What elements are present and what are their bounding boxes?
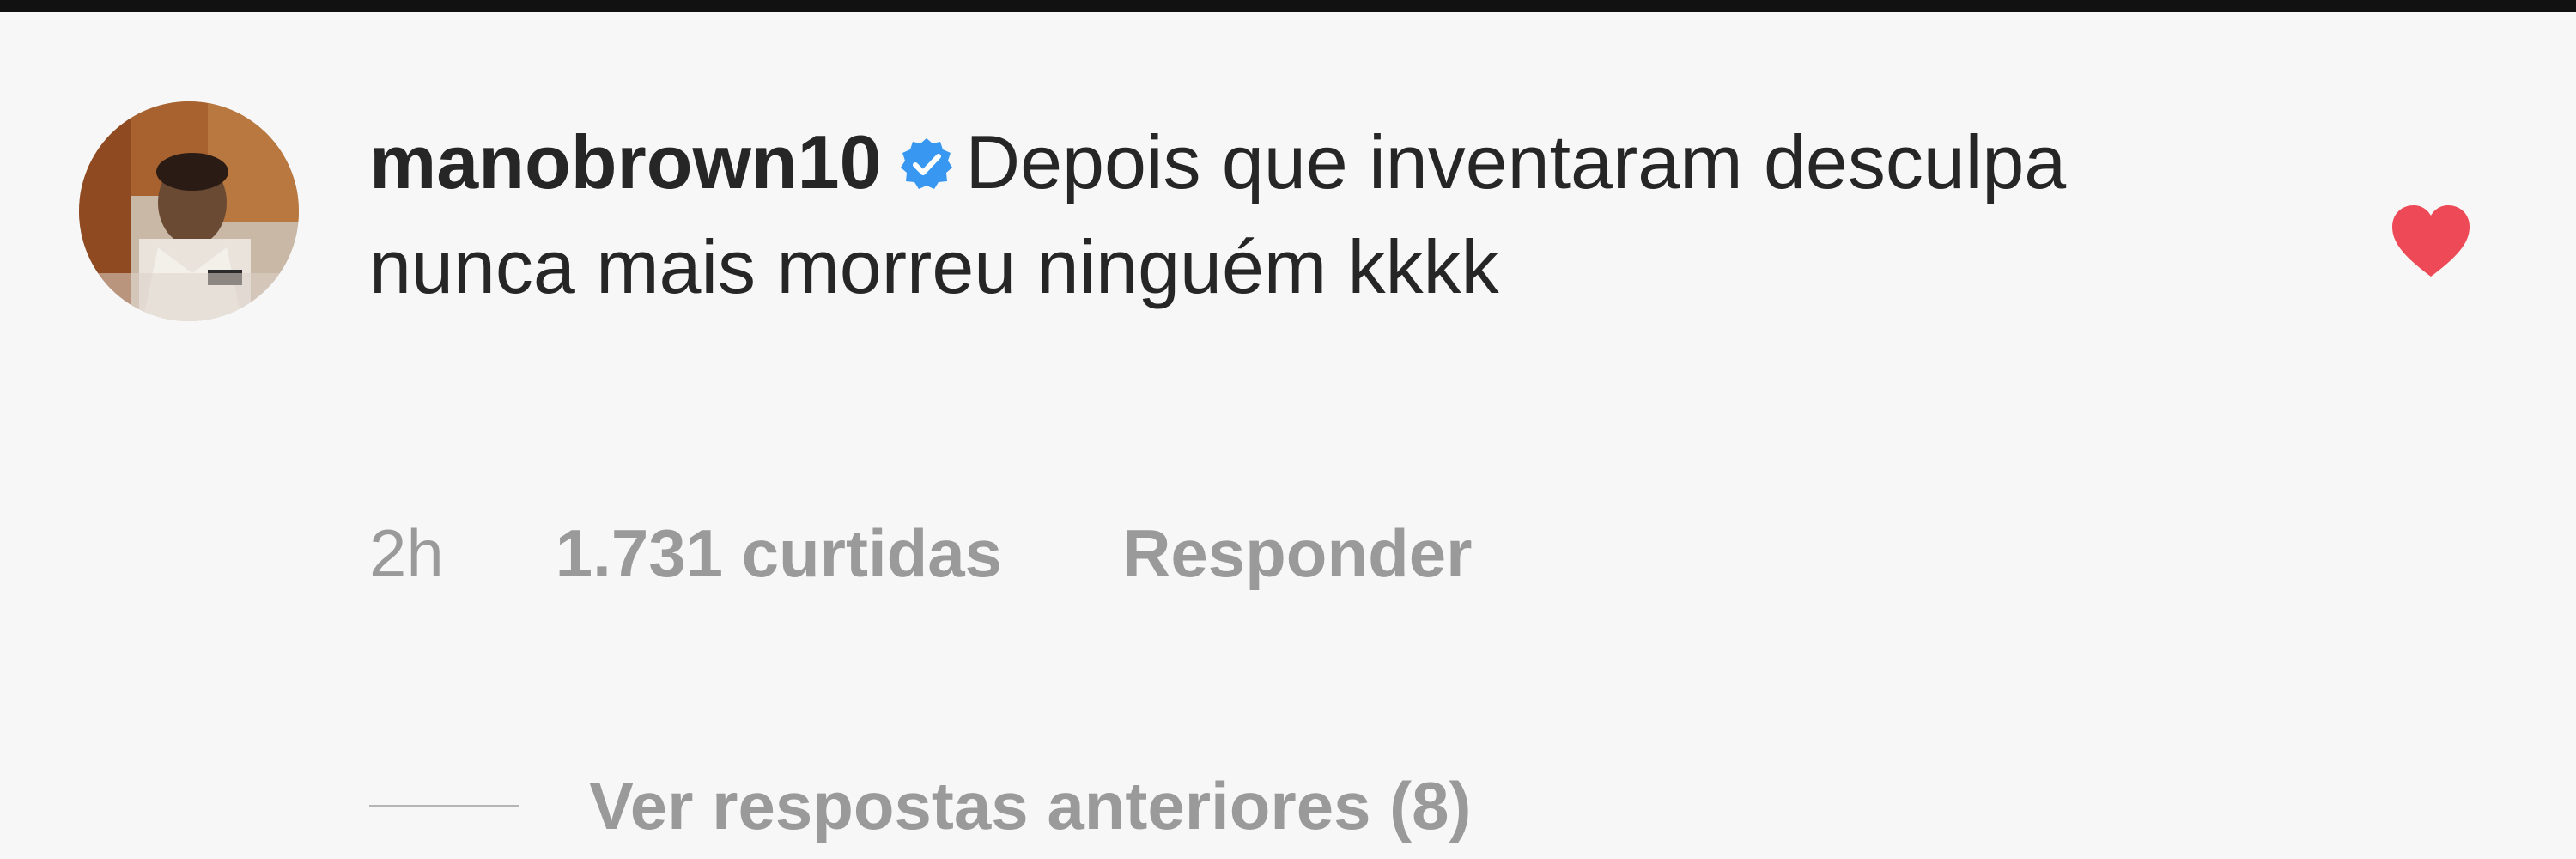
likes-count-link[interactable]: 1.731 curtidas bbox=[556, 510, 1002, 596]
comment-timestamp: 2h bbox=[369, 515, 444, 591]
comment-username[interactable]: manobrown10 bbox=[369, 119, 882, 204]
view-previous-replies-button[interactable]: Ver respostas anteriores (8) bbox=[369, 763, 1471, 849]
reply-button[interactable]: Responder bbox=[1122, 510, 1472, 596]
top-edge-bar bbox=[0, 0, 2576, 12]
replies-divider-line bbox=[369, 804, 519, 807]
comment-meta: 2h 1.731 curtidas Responder bbox=[369, 510, 1472, 596]
avatar[interactable] bbox=[79, 101, 299, 321]
verified-badge-icon bbox=[899, 137, 954, 192]
view-previous-replies-label: Ver respostas anteriores (8) bbox=[589, 768, 1472, 844]
heart-icon[interactable] bbox=[2389, 203, 2473, 280]
avatar-photo bbox=[79, 101, 299, 321]
comment-body: manobrown10 Depois que inventaram descul… bbox=[369, 110, 2258, 320]
